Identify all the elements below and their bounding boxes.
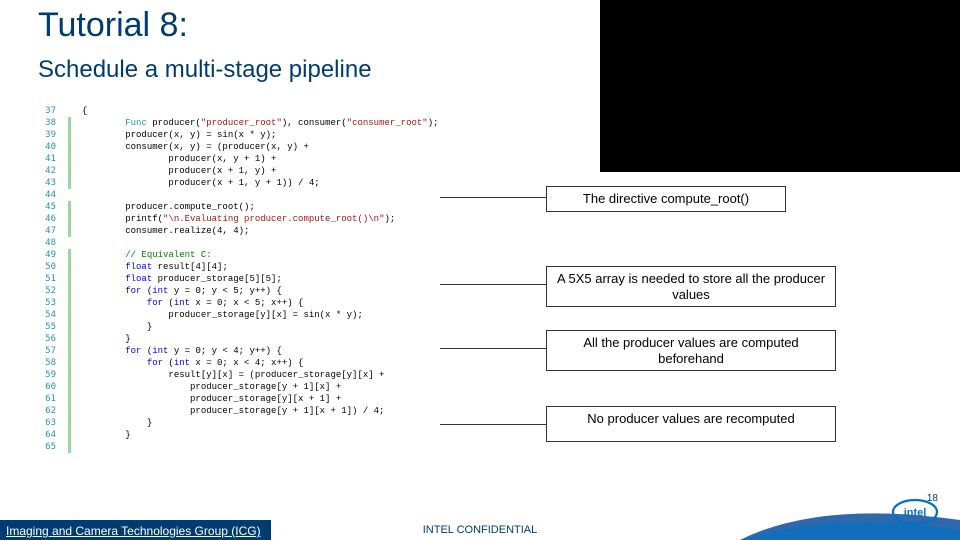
line-number: 40	[28, 141, 60, 153]
code-line: producer(x, y) = sin(x * y);	[82, 129, 439, 141]
line-number: 58	[28, 357, 60, 369]
code-line: Func producer("producer_root"), consumer…	[82, 117, 439, 129]
code-line: consumer.realize(4, 4);	[82, 225, 439, 237]
code-line	[82, 237, 439, 249]
line-number: 39	[28, 129, 60, 141]
intel-logo: intel	[892, 498, 938, 526]
code-line: for (int x = 0; x < 5; x++) {	[82, 297, 439, 309]
code-line: printf("\n.Evaluating producer.compute_r…	[82, 213, 439, 225]
callout-leader	[440, 424, 546, 425]
code-line: result[y][x] = (producer_storage[y][x] +	[82, 369, 439, 381]
code-line: producer_storage[y][x + 1] +	[82, 393, 439, 405]
line-number-gutter: 3738394041424344454647484950515253545556…	[28, 105, 60, 453]
callout-leader	[440, 348, 546, 349]
line-number: 45	[28, 201, 60, 213]
code-line: for (int x = 0; x < 4; x++) {	[82, 357, 439, 369]
code-line: producer(x, y + 1) +	[82, 153, 439, 165]
slide-subtitle: Schedule a multi-stage pipeline	[38, 56, 372, 84]
line-number: 55	[28, 321, 60, 333]
line-number: 43	[28, 177, 60, 189]
change-bar	[68, 249, 71, 453]
code-line: producer_storage[y + 1][x + 1]) / 4;	[82, 405, 439, 417]
line-number: 62	[28, 405, 60, 417]
line-number: 56	[28, 333, 60, 345]
line-number: 63	[28, 417, 60, 429]
line-number: 49	[28, 249, 60, 261]
code-line: producer_storage[y + 1][x] +	[82, 381, 439, 393]
code-line: consumer(x, y) = (producer(x, y) +	[82, 141, 439, 153]
code-line: }	[82, 333, 439, 345]
code-line: producer_storage[y][x] = sin(x * y);	[82, 309, 439, 321]
line-number: 47	[28, 225, 60, 237]
svg-text:intel: intel	[904, 507, 927, 519]
change-bar	[68, 201, 71, 237]
line-number: 64	[28, 429, 60, 441]
line-number: 41	[28, 153, 60, 165]
code-line: // Equivalent C:	[82, 249, 439, 261]
code-line: {	[82, 105, 439, 117]
code-line: }	[82, 429, 439, 441]
code-block: { Func producer("producer_root"), consum…	[82, 105, 439, 453]
line-number: 54	[28, 309, 60, 321]
line-number: 52	[28, 285, 60, 297]
line-number: 46	[28, 213, 60, 225]
callout-box: All the producer values are computed bef…	[546, 330, 836, 371]
line-number: 51	[28, 273, 60, 285]
line-number: 48	[28, 237, 60, 249]
slide-title: Tutorial 8:	[38, 6, 188, 45]
line-number: 53	[28, 297, 60, 309]
video-placeholder	[600, 0, 960, 172]
code-line	[82, 441, 439, 453]
change-bar	[68, 117, 71, 189]
line-number: 57	[28, 345, 60, 357]
line-number: 65	[28, 441, 60, 453]
code-line: producer(x + 1, y + 1)) / 4;	[82, 177, 439, 189]
callout-box: The directive compute_root()	[546, 186, 786, 212]
code-line: }	[82, 417, 439, 429]
line-number: 61	[28, 393, 60, 405]
line-number: 38	[28, 117, 60, 129]
code-line: float result[4][4];	[82, 261, 439, 273]
code-line	[82, 189, 439, 201]
code-line: producer.compute_root();	[82, 201, 439, 213]
line-number: 42	[28, 165, 60, 177]
line-number: 37	[28, 105, 60, 117]
callout-box: A 5X5 array is needed to store all the p…	[546, 266, 836, 307]
code-line: float producer_storage[5][5];	[82, 273, 439, 285]
callout-leader	[440, 197, 546, 198]
line-number: 44	[28, 189, 60, 201]
footer-group-name: Imaging and Camera Technologies Group (I…	[0, 520, 271, 540]
callout-leader	[440, 284, 546, 285]
line-number: 60	[28, 381, 60, 393]
code-line: for (int y = 0; y < 5; y++) {	[82, 285, 439, 297]
callout-box: No producer values are recomputed	[546, 406, 836, 442]
code-line: }	[82, 321, 439, 333]
line-number: 50	[28, 261, 60, 273]
code-line: producer(x + 1, y) +	[82, 165, 439, 177]
line-number: 59	[28, 369, 60, 381]
code-line: for (int y = 0; y < 4; y++) {	[82, 345, 439, 357]
